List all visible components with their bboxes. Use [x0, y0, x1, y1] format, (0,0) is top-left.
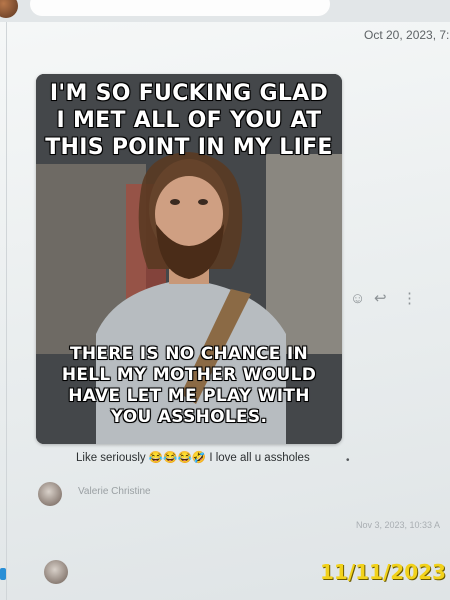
meme-top-caption: I'M SO FUCKING GLAD I MET ALL OF YOU AT …	[36, 80, 342, 161]
meme-bottom-line: HELL MY MOTHER WOULD	[61, 365, 317, 385]
sender-avatar-top[interactable]	[0, 0, 18, 18]
reply-arrow-icon[interactable]: ↩	[374, 289, 387, 307]
meme-top-line: I MET ALL OF YOU AT	[56, 108, 322, 133]
meme-top-line: THIS POINT IN MY LIFE	[45, 135, 333, 160]
chat-screen: Oct 20, 2023, 7: I'M SO FUCKING GLAD I M…	[0, 0, 450, 600]
meme-bottom-line: HAVE LET ME PLAY WITH	[68, 386, 310, 406]
previous-message-bubble[interactable]	[30, 0, 330, 16]
smiley-icon[interactable]: ☺	[350, 290, 365, 307]
sender-avatar-next[interactable]	[44, 560, 68, 584]
photo-date-stamp: 11/11/2023	[320, 560, 446, 584]
sender-name: Valerie Christine	[78, 486, 151, 497]
sender-avatar[interactable]	[38, 482, 62, 506]
message-timestamp: Oct 20, 2023, 7:	[364, 28, 450, 42]
message-status-dot: •	[346, 455, 350, 466]
message-text: Like seriously 😂😂😂🤣 I love all u asshole…	[76, 452, 310, 464]
previous-message-strip	[0, 0, 450, 22]
window-edge	[6, 0, 7, 600]
meme-bottom-line: YOU ASSHOLES.	[110, 407, 268, 427]
vertical-ellipsis-icon[interactable]: ⋮	[402, 289, 417, 307]
meme-bottom-caption: THERE IS NO CHANCE IN HELL MY MOTHER WOU…	[36, 344, 342, 428]
meme-bottom-line: THERE IS NO CHANCE IN	[69, 344, 309, 364]
meme-image-attachment[interactable]: I'M SO FUCKING GLAD I MET ALL OF YOU AT …	[36, 74, 342, 444]
message-timestamp-next: Nov 3, 2023, 10:33 A	[356, 520, 441, 530]
meme-top-line: I'M SO FUCKING GLAD	[49, 81, 329, 106]
accent-marker	[0, 568, 6, 580]
